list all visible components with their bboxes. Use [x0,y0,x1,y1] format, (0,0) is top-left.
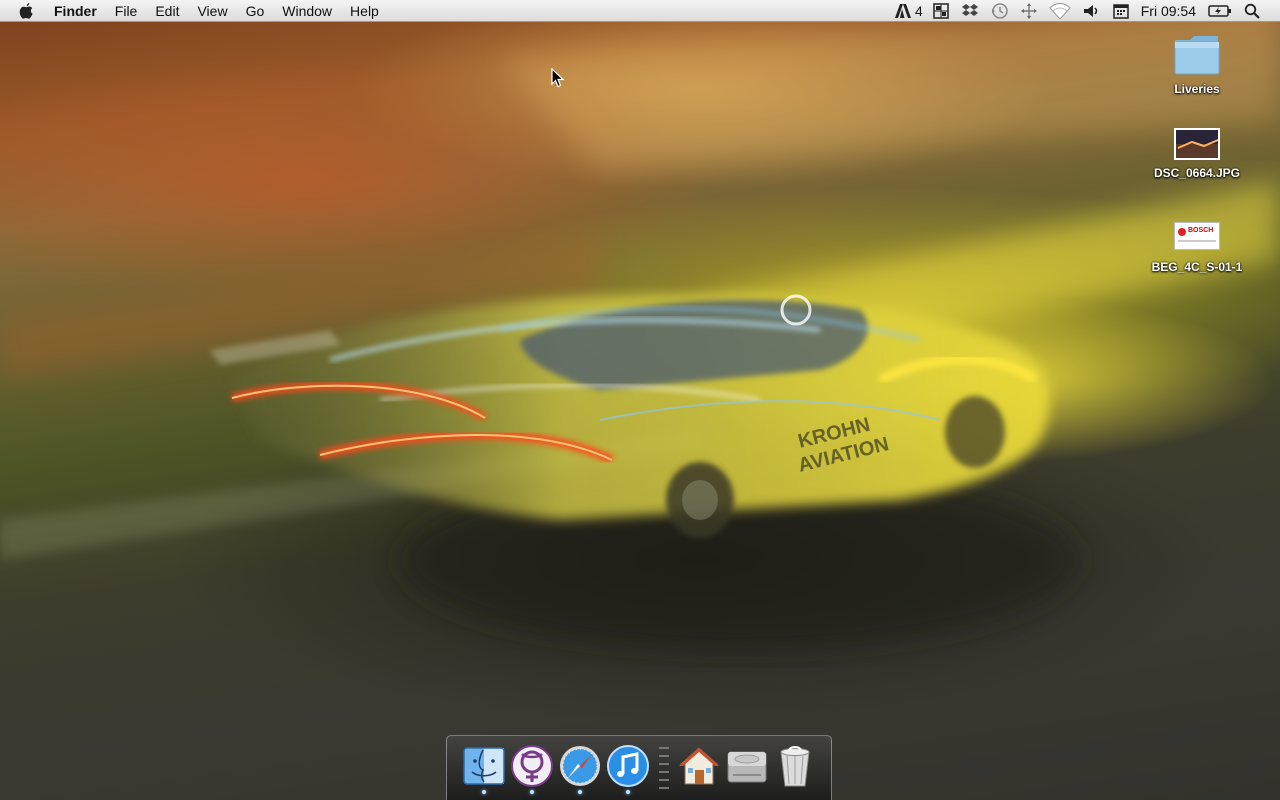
desktop-icon-beg-4c[interactable]: BOSCH BEG_4C_S-01-1 [1137,222,1257,274]
safari-icon[interactable] [558,744,602,788]
home-folder-icon[interactable] [677,744,721,788]
itunes-icon[interactable] [606,744,650,788]
search-icon [1244,3,1260,19]
volume-icon [1083,5,1097,17]
adobe-icon [894,4,911,18]
menu-bar: Finder File Edit View Go Window Help 4 F… [0,0,1280,22]
adobe-badge: 4 [914,3,923,19]
adobe-status-item[interactable]: 4 [894,0,923,22]
desktop-icon-label: BEG_4C_S-01-1 [1151,260,1243,274]
spotlight-status-item[interactable] [1244,0,1260,22]
dropbox-icon [961,4,978,16]
menu-window[interactable]: Window [282,3,332,19]
spaces-status-item[interactable] [933,0,949,22]
calendar-status-item[interactable] [1113,0,1129,22]
move-arrows-icon [1020,3,1037,19]
desktop-icon-label: Liveries [1174,82,1220,96]
document-thumbnail-icon: BOSCH [1174,222,1220,250]
running-indicator [482,790,486,794]
wifi-status-item[interactable] [1049,0,1071,22]
menu-edit[interactable]: Edit [155,3,179,19]
wallpaper-image: KROHN AVIATION [0,0,1280,650]
desktop-icon-dsc-0664[interactable]: DSC_0664.JPG [1137,128,1257,180]
menu-finder[interactable]: Finder [54,3,97,19]
time-machine-status-item[interactable] [991,0,1009,22]
desktop-icon-label: DSC_0664.JPG [1153,166,1241,180]
time-machine-icon [991,3,1008,19]
bluetooth-status-item[interactable] [1020,0,1037,22]
volume-status-item[interactable] [1083,0,1101,22]
image-thumbnail-icon [1174,128,1220,160]
status-menus: 4 Fri 09:54 [894,0,1280,22]
adium-icon[interactable] [510,744,554,788]
menu-go[interactable]: Go [246,3,265,19]
battery-status-item[interactable] [1208,0,1232,22]
spaces-icon [933,3,949,19]
menu-file[interactable]: File [115,3,138,19]
hard-drive-icon[interactable] [725,744,769,788]
apple-menu[interactable] [16,1,36,21]
menu-help[interactable]: Help [350,3,379,19]
battery-icon [1208,5,1231,17]
folder-icon [1174,36,1220,75]
dock [446,735,832,800]
menu-view[interactable]: View [197,3,227,19]
running-indicator [578,790,582,794]
bosch-logo-text: BOSCH [1188,227,1214,234]
dropbox-status-item[interactable] [961,0,979,22]
apple-logo-icon [19,2,33,19]
clock[interactable]: Fri 09:54 [1141,0,1196,22]
mouse-pointer-icon [551,68,565,88]
running-indicator [530,790,534,794]
finder-icon[interactable] [462,744,506,788]
desktop-icon-liveries[interactable]: Liveries [1137,32,1257,96]
dock-separator[interactable] [659,744,669,796]
desktop[interactable]: KROHN AVIATION Liveries DSC_0664.JPG BOS… [0,0,1280,800]
calendar-icon [1113,4,1129,19]
trash-icon[interactable] [773,744,817,788]
running-indicator [626,790,630,794]
wifi-icon [1049,3,1071,19]
